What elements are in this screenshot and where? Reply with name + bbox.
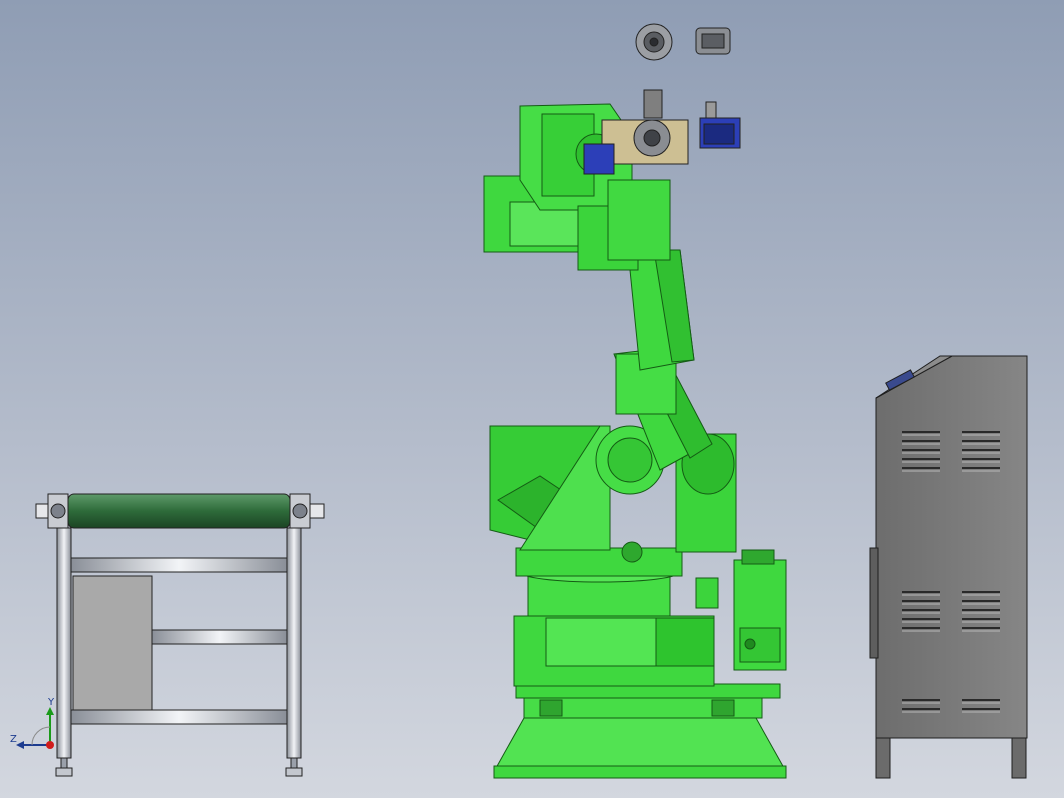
- triad-y-label: Y: [47, 697, 55, 708]
- tool-part-camera-block: [695, 27, 731, 55]
- cabinet-leg-left: [875, 737, 891, 779]
- stand-crossbar: [70, 557, 288, 573]
- robot-base-lower: [493, 765, 787, 779]
- conveyor-stand[interactable]: [35, 493, 325, 777]
- stand-post-right: [286, 527, 302, 759]
- triad-z-label: Z: [10, 734, 17, 745]
- stand-side-panel: [72, 575, 153, 711]
- triad-z-arrow: [16, 741, 24, 749]
- stand-crossbar: [70, 709, 288, 725]
- cabinet-door-edge: [869, 547, 879, 659]
- robot-base-plate: [495, 717, 785, 769]
- gripper-block: [583, 143, 615, 175]
- stand-foot-right: [285, 757, 303, 777]
- cabinet-leg-right: [1011, 737, 1027, 779]
- triad-origin: [46, 741, 54, 749]
- tool-part-suction-cup: [635, 23, 673, 61]
- base-bolt: [711, 699, 735, 717]
- roller-bearing-right: [289, 493, 325, 529]
- view-orientation-triad[interactable]: Y Z: [8, 695, 68, 755]
- triad-y-arrow: [46, 707, 54, 715]
- stand-crossbar: [151, 629, 288, 645]
- stand-foot-left: [55, 757, 73, 777]
- end-effector-gripper[interactable]: [583, 89, 741, 175]
- industrial-robot[interactable]: [483, 103, 787, 779]
- robot-controller-cabinet[interactable]: [869, 355, 1028, 779]
- cabinet-body: [875, 355, 1028, 739]
- base-bolt: [539, 699, 563, 717]
- conveyor-roller: [67, 493, 291, 529]
- roller-bearing-left: [35, 493, 69, 529]
- cad-viewport[interactable]: [0, 0, 1064, 798]
- gripper-tool-parts[interactable]: [635, 23, 731, 61]
